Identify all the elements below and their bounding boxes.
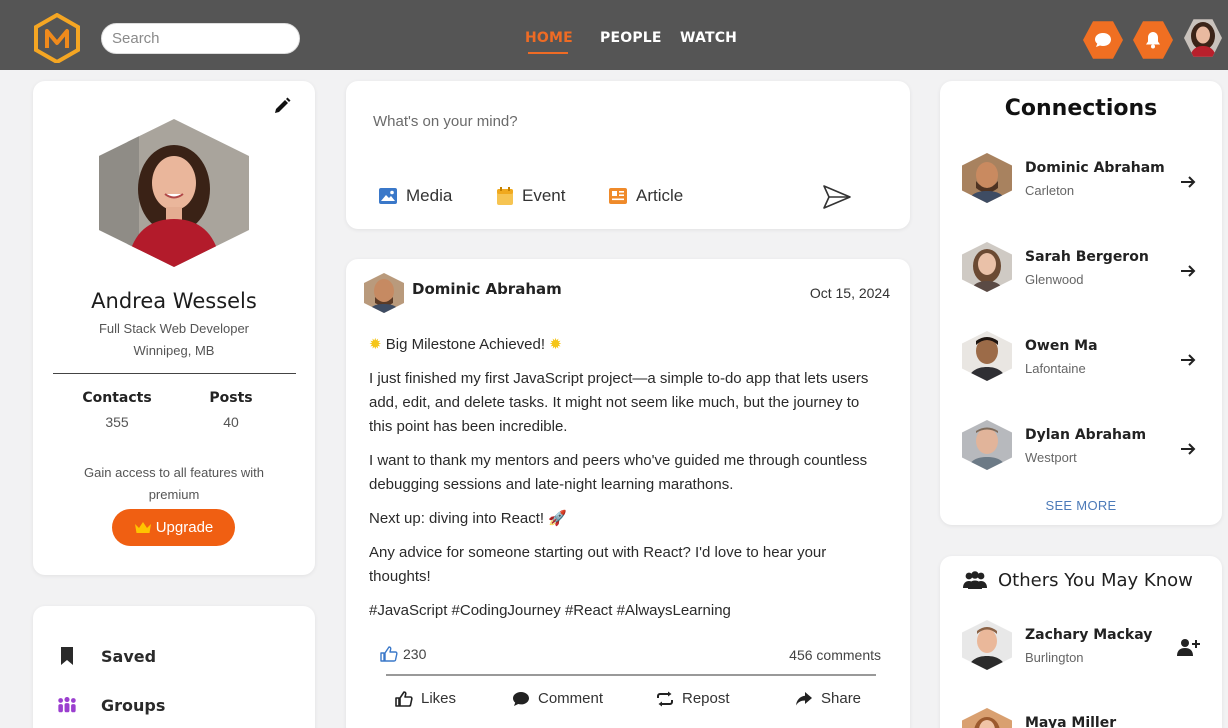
post-body: ✹ Big Milestone Achieved! ✹ I just finis… [369, 333, 879, 633]
composer-event-label: Event [522, 186, 566, 205]
comment-count[interactable]: 456 comments [740, 647, 881, 663]
arrow-right-icon[interactable] [1178, 439, 1198, 459]
nav-home[interactable]: HOME [525, 30, 573, 46]
contacts-count[interactable]: 355 [67, 414, 167, 430]
post-hashtags[interactable]: #JavaScript #CodingJourney #React #Alway… [369, 599, 879, 623]
comment-button[interactable]: Comment [512, 690, 603, 707]
post-headline-text: Big Milestone Achieved! [385, 336, 546, 353]
bell-icon [1146, 32, 1160, 49]
others-title: Others You May Know [962, 570, 1193, 591]
logo-icon[interactable] [34, 13, 80, 63]
connection-location: Glenwood [1025, 272, 1084, 287]
post-paragraph: I just finished my first JavaScript proj… [369, 370, 869, 435]
share-button[interactable]: Share [795, 690, 861, 707]
composer-media-label: Media [406, 186, 453, 205]
composer-article-label: Article [636, 186, 684, 205]
profile-name: Andrea Wessels [91, 289, 257, 313]
edit-pencil-icon[interactable] [271, 95, 293, 117]
connection-name[interactable]: Owen Ma [1025, 338, 1098, 354]
add-person-icon[interactable] [1176, 637, 1200, 657]
sun-emoji-icon: ✹ [549, 336, 562, 353]
chat-bubble-icon [1095, 33, 1111, 47]
post-date: Oct 15, 2024 [809, 285, 890, 301]
menu-item-saved[interactable]: Saved [57, 641, 156, 671]
connection-name[interactable]: Dylan Abraham [1025, 427, 1146, 443]
notifications-button[interactable] [1133, 21, 1173, 59]
connections-title: Connections [1004, 96, 1158, 121]
upgrade-button[interactable]: Upgrade [112, 509, 235, 546]
post-like-count[interactable]: 230 [380, 646, 426, 662]
post-divider [386, 674, 876, 676]
arrow-right-icon[interactable] [1178, 350, 1198, 370]
share-button-label: Share [821, 690, 862, 707]
suggestion-name[interactable]: Zachary Mackay [1025, 627, 1152, 643]
post-paragraph: Any advice for someone starting out with… [369, 544, 827, 585]
thumbs-up-icon [395, 690, 413, 707]
comment-bubble-icon [513, 691, 529, 706]
arrow-right-icon[interactable] [1178, 261, 1198, 281]
crown-icon [134, 521, 151, 533]
messages-button[interactable] [1083, 21, 1123, 59]
see-more-link[interactable]: SEE MORE [940, 498, 1222, 513]
composer-event-button[interactable]: Event [496, 186, 565, 206]
groups-icon [57, 695, 77, 715]
profile-divider [53, 373, 296, 374]
posts-label: Posts [209, 390, 253, 406]
contacts-label: Contacts [82, 390, 152, 406]
upgrade-label: Upgrade [155, 519, 214, 536]
repost-button-label: Repost [682, 690, 730, 707]
repost-button[interactable]: Repost [656, 690, 730, 707]
send-icon[interactable] [822, 183, 852, 211]
connection-location: Lafontaine [1025, 361, 1086, 376]
nav-people[interactable]: PEOPLE [600, 30, 662, 46]
others-title-text: Others You May Know [998, 570, 1193, 591]
thumbs-up-icon [380, 646, 398, 662]
nav-active-underline [528, 52, 568, 54]
composer-media-button[interactable]: Media [378, 186, 452, 206]
menu-label-groups: Groups [101, 695, 166, 715]
like-button-label: Likes [421, 690, 457, 707]
post-paragraph: I want to thank my mentors and peers who… [369, 452, 868, 493]
connection-location: Carleton [1025, 183, 1075, 198]
suggestion-location: Burlington [1025, 650, 1084, 665]
sun-emoji-icon: ✹ [369, 336, 382, 353]
repost-icon [657, 691, 673, 706]
bookmark-icon [57, 646, 77, 666]
image-icon [379, 188, 397, 204]
nav-watch[interactable]: WATCH [680, 30, 737, 46]
share-arrow-icon [796, 691, 812, 705]
like-count: 230 [403, 646, 427, 662]
menu-label-saved: Saved [101, 646, 157, 666]
calendar-icon [497, 187, 513, 205]
connection-location: Westport [1025, 450, 1077, 465]
premium-text: Gain access to all features with premium [84, 465, 264, 502]
article-icon [609, 188, 627, 204]
suggestion-name[interactable]: Maya Miller [1025, 715, 1116, 728]
arrow-right-icon[interactable] [1178, 172, 1198, 192]
composer-input[interactable]: What's on your mind? [373, 113, 518, 130]
menu-item-groups[interactable]: Groups [57, 690, 165, 720]
post-headline: ✹ Big Milestone Achieved! ✹ [369, 333, 879, 357]
post-paragraph: Next up: diving into React! 🚀 [369, 510, 567, 527]
user-avatar[interactable] [1184, 19, 1222, 57]
profile-title: Full Stack Web Developer [98, 321, 250, 336]
comment-button-label: Comment [538, 690, 604, 707]
posts-count[interactable]: 40 [181, 414, 281, 430]
post-author-name[interactable]: Dominic Abraham [412, 280, 562, 298]
like-button[interactable]: Likes [395, 690, 456, 707]
connection-name[interactable]: Sarah Bergeron [1025, 249, 1149, 265]
top-navigation-bar: HOME PEOPLE WATCH [0, 0, 1228, 70]
search-input[interactable] [101, 23, 300, 54]
profile-location: Winnipeg, MB [133, 343, 215, 358]
people-icon [963, 570, 987, 589]
connection-name[interactable]: Dominic Abraham [1025, 160, 1165, 176]
composer-article-button[interactable]: Article [608, 186, 683, 206]
